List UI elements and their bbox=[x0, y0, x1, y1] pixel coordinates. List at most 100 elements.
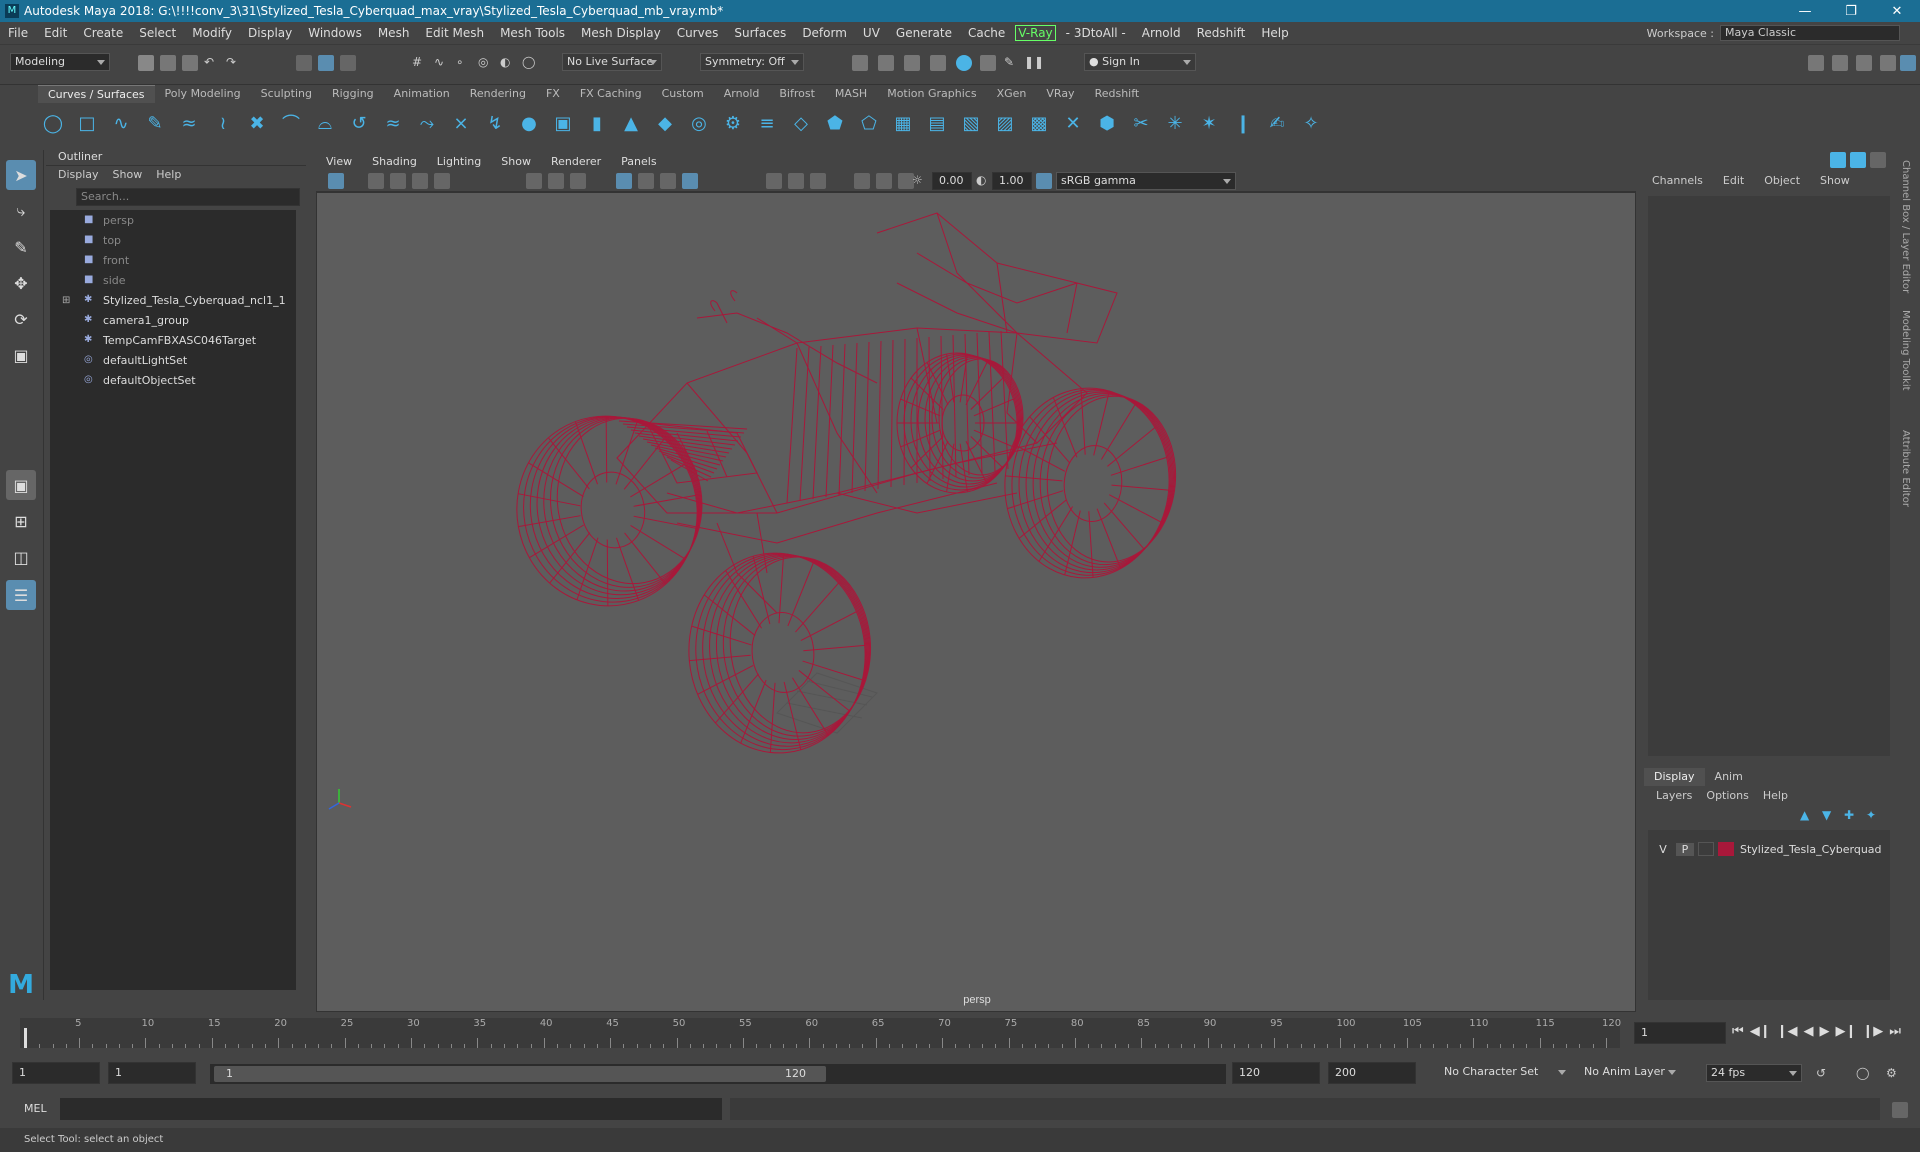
wireframe-on-shaded-icon[interactable] bbox=[616, 173, 632, 189]
end-time-field[interactable]: 200 bbox=[1328, 1062, 1416, 1084]
snap-view-icon[interactable]: ◎ bbox=[478, 55, 494, 71]
detach-surface-icon[interactable]: ▩ bbox=[1026, 110, 1052, 136]
step-forward-frame-icon[interactable]: ▶❙ bbox=[1835, 1024, 1856, 1039]
layer-display-type[interactable] bbox=[1698, 842, 1714, 856]
shadows-icon[interactable] bbox=[660, 173, 676, 189]
outliner-item[interactable]: ■ side bbox=[50, 270, 296, 290]
anim-layer-dropdown[interactable]: No Anim Layer bbox=[1580, 1064, 1680, 1082]
command-input[interactable] bbox=[60, 1098, 722, 1120]
layer-color-swatch[interactable] bbox=[1718, 842, 1734, 856]
bevel-plus-icon[interactable]: ▧ bbox=[958, 110, 984, 136]
outliner-item[interactable]: ■ top bbox=[50, 230, 296, 250]
wireframe-icon[interactable] bbox=[526, 173, 542, 189]
nurbs-square-icon[interactable]: □ bbox=[74, 110, 100, 136]
layer-row[interactable]: V P Stylized_Tesla_Cyberquad bbox=[1648, 838, 1890, 860]
surface-fillet-icon[interactable]: ✧ bbox=[1298, 110, 1324, 136]
channel-box-option-icon[interactable] bbox=[1830, 152, 1846, 168]
viewport-menu-lighting[interactable]: Lighting bbox=[427, 155, 491, 168]
step-back-key-icon[interactable]: ◀❙ bbox=[1750, 1024, 1771, 1039]
offset-curve-icon[interactable]: ≈ bbox=[380, 110, 406, 136]
four-view-layout-icon[interactable]: ⊞ bbox=[6, 506, 36, 536]
menu-mesh[interactable]: Mesh bbox=[370, 26, 418, 40]
paint-select-tool-icon[interactable]: ✎ bbox=[6, 232, 36, 262]
shelf-tab-mash[interactable]: MASH bbox=[825, 85, 877, 103]
shelf-tab-rendering[interactable]: Rendering bbox=[460, 85, 536, 103]
menu-curves[interactable]: Curves bbox=[669, 26, 727, 40]
render-sequence-icon[interactable] bbox=[878, 55, 894, 71]
curve-intersect-icon[interactable]: ✖ bbox=[244, 110, 270, 136]
viewport-menu-panels[interactable]: Panels bbox=[611, 155, 666, 168]
textured-icon[interactable] bbox=[570, 173, 586, 189]
shelf-tab-redshift[interactable]: Redshift bbox=[1085, 85, 1150, 103]
shelf-tab-animation[interactable]: Animation bbox=[384, 85, 460, 103]
arc-icon[interactable]: ⌒ bbox=[278, 110, 304, 136]
move-tool-icon[interactable]: ✥ bbox=[6, 268, 36, 298]
step-forward-key-icon[interactable]: ❙▶ bbox=[1862, 1024, 1883, 1039]
render-settings-icon[interactable] bbox=[930, 55, 946, 71]
shelf-tab-bifrost[interactable]: Bifrost bbox=[769, 85, 825, 103]
layer-visibility-toggle[interactable]: V bbox=[1654, 843, 1672, 856]
isolate-select-icon[interactable] bbox=[682, 173, 698, 189]
snap-curve-icon[interactable]: ∿ bbox=[434, 55, 450, 71]
close-button[interactable]: ✕ bbox=[1874, 4, 1920, 19]
go-to-end-icon[interactable]: ⏭ bbox=[1889, 1024, 1901, 1039]
new-layer-selected-icon[interactable]: ✦ bbox=[1866, 808, 1882, 824]
loop-icon[interactable]: ↺ bbox=[1816, 1066, 1832, 1082]
symmetry-dropdown[interactable]: Symmetry: Off bbox=[700, 53, 804, 71]
nurbs-torus-icon[interactable]: ◎ bbox=[686, 110, 712, 136]
motion-blur-icon[interactable] bbox=[788, 173, 804, 189]
start-time-field[interactable]: 1 bbox=[12, 1062, 100, 1084]
extend-curve-icon[interactable]: ⤳ bbox=[414, 110, 440, 136]
menu-mesh-display[interactable]: Mesh Display bbox=[573, 26, 669, 40]
camera-attributes-icon[interactable] bbox=[368, 173, 384, 189]
outliner-layout-icon[interactable]: ☰ bbox=[6, 580, 36, 610]
shelf-tab-vray[interactable]: VRay bbox=[1036, 85, 1084, 103]
vray-render-icon[interactable] bbox=[956, 55, 972, 71]
depth-of-field-icon[interactable] bbox=[854, 173, 870, 189]
shelf-tab-custom[interactable]: Custom bbox=[652, 85, 714, 103]
nurbs-circle-icon[interactable]: ◯ bbox=[40, 110, 66, 136]
step-back-frame-icon[interactable]: ❙◀ bbox=[1777, 1024, 1798, 1039]
new-empty-layer-icon[interactable]: ✚ bbox=[1844, 808, 1860, 824]
menu-uv[interactable]: UV bbox=[855, 26, 888, 40]
menu-3dtoall[interactable]: - 3DtoAll - bbox=[1058, 26, 1134, 40]
outliner-item[interactable]: ■ front bbox=[50, 250, 296, 270]
menu-modify[interactable]: Modify bbox=[184, 26, 240, 40]
smooth-shade-icon[interactable] bbox=[548, 173, 564, 189]
outliner-menu-display[interactable]: Display bbox=[58, 166, 99, 184]
single-view-layout-icon[interactable]: ▣ bbox=[6, 470, 36, 500]
ambient-occlusion-icon[interactable] bbox=[766, 173, 782, 189]
minimize-button[interactable]: — bbox=[1782, 4, 1828, 19]
vray-frame-buffer-icon[interactable] bbox=[980, 55, 996, 71]
shelf-tab-arnold[interactable]: Arnold bbox=[714, 85, 770, 103]
play-forward-icon[interactable]: ▶ bbox=[1819, 1024, 1829, 1039]
range-slider-handle[interactable]: 1 120 bbox=[214, 1066, 826, 1082]
current-frame-field[interactable]: 1 bbox=[1634, 1022, 1726, 1044]
fps-dropdown[interactable]: 24 fps bbox=[1706, 1064, 1802, 1082]
menu-edit[interactable]: Edit bbox=[36, 26, 75, 40]
menu-display[interactable]: Display bbox=[240, 26, 300, 40]
menu-cache[interactable]: Cache bbox=[960, 26, 1013, 40]
channel-box-menu-edit[interactable]: Edit bbox=[1723, 170, 1744, 192]
ipr-render-icon[interactable] bbox=[904, 55, 920, 71]
command-language-label[interactable]: MEL bbox=[24, 1102, 47, 1115]
menu-create[interactable]: Create bbox=[75, 26, 131, 40]
layer-playback-toggle[interactable]: P bbox=[1676, 842, 1694, 856]
viewport-menu-view[interactable]: View bbox=[316, 155, 362, 168]
outliner-item[interactable]: ◎ defaultLightSet bbox=[50, 350, 296, 370]
insert-knot-icon[interactable]: ⨯ bbox=[448, 110, 474, 136]
auto-key-icon[interactable]: ◯ bbox=[1856, 1066, 1872, 1082]
vray-ipr-icon[interactable]: ✎ bbox=[1004, 55, 1020, 71]
script-editor-icon[interactable] bbox=[1892, 1102, 1908, 1118]
attach-surface-icon[interactable]: ▨ bbox=[992, 110, 1018, 136]
exposure-field[interactable]: 0.00 bbox=[932, 172, 972, 190]
shelf-tab-xgen[interactable]: XGen bbox=[987, 85, 1037, 103]
birail-icon[interactable]: ⬠ bbox=[856, 110, 882, 136]
outliner-menu-show[interactable]: Show bbox=[113, 166, 143, 184]
sign-in-dropdown[interactable]: ● Sign In bbox=[1084, 53, 1196, 71]
move-layer-up-icon[interactable]: ▲ bbox=[1800, 808, 1816, 824]
outliner-item[interactable]: ◎ defaultObjectSet bbox=[50, 370, 296, 390]
grid-toggle-icon[interactable] bbox=[434, 173, 450, 189]
shelf-tab-poly-modeling[interactable]: Poly Modeling bbox=[155, 85, 251, 103]
layer-menu-options[interactable]: Options bbox=[1706, 786, 1748, 806]
